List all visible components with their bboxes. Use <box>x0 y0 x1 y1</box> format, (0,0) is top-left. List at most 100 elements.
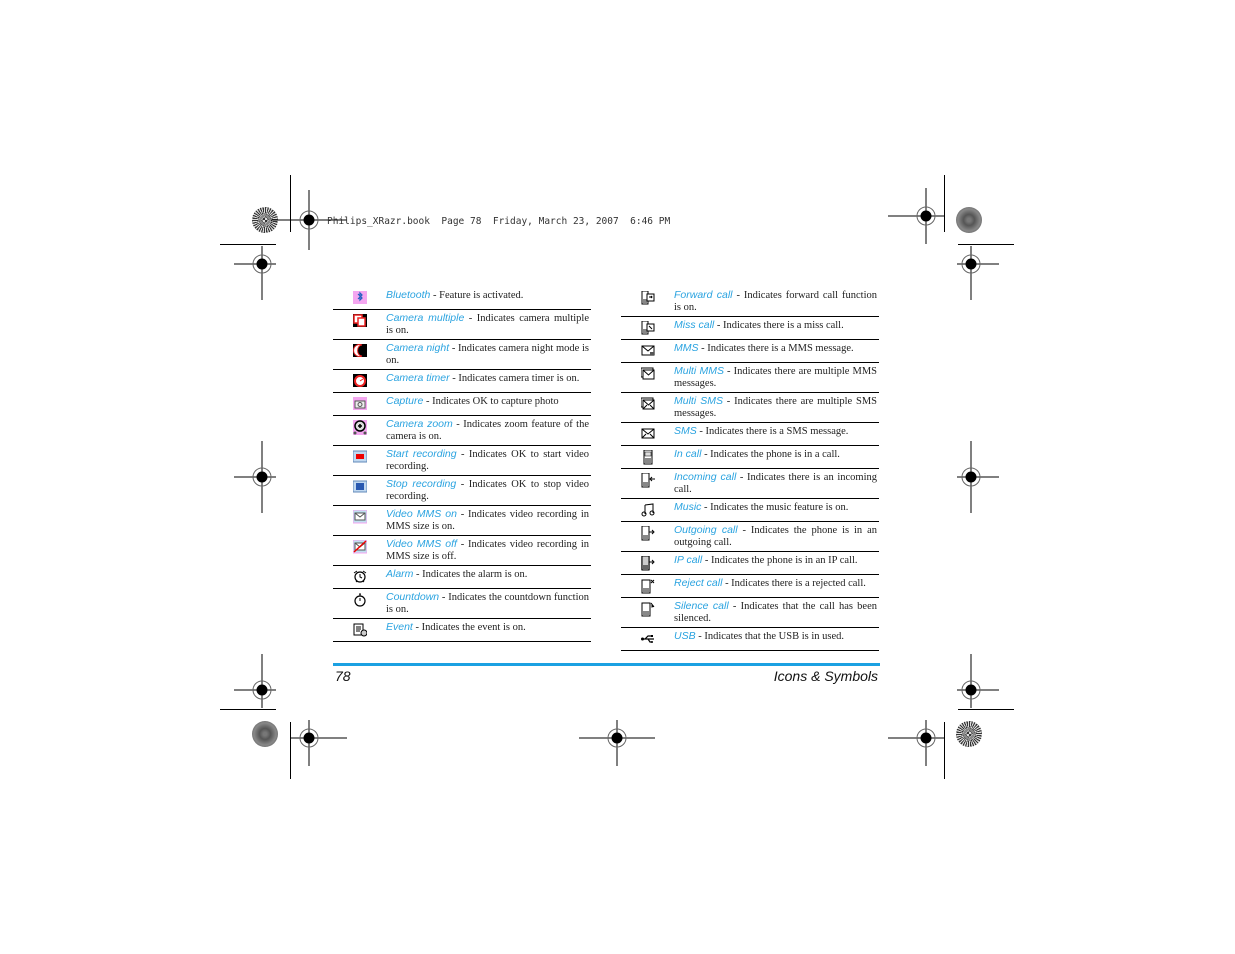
reject-call-icon <box>641 579 654 594</box>
music-icon <box>641 503 654 517</box>
icon-term: Camera zoom <box>386 418 453 430</box>
miss-call-icon <box>641 321 654 335</box>
icon-term: IP call <box>674 554 703 566</box>
icon-description: In call - Indicates the phone is in a ca… <box>674 448 879 465</box>
icon-description: Camera zoom - Indicates zoom feature of … <box>386 418 591 442</box>
registration-marks <box>234 188 999 766</box>
footer-rule <box>333 663 880 666</box>
icon-term: Camera night <box>386 342 450 354</box>
icon-table-row: SMS - Indicates there is a SMS message. <box>621 423 879 446</box>
icon-cell <box>333 479 386 502</box>
icon-table-row: Reject call - Indicates there is a rejec… <box>621 575 879 598</box>
icon-term-description: - Indicates the music feature is on. <box>701 502 849 513</box>
icon-term: Bluetooth <box>386 289 431 301</box>
icon-term-description: - Feature is activated. <box>430 290 524 301</box>
icon-cell <box>621 343 674 359</box>
icon-table-row: Forward call - Indicates forward call fu… <box>621 287 879 317</box>
icon-description: Reject call - Indicates there is a rejec… <box>674 577 879 594</box>
icon-cell <box>333 509 386 532</box>
icon-description: IP call - Indicates the phone is in an I… <box>674 554 879 571</box>
icon-table-row: Capture - Indicates OK to capture photo <box>333 393 591 416</box>
icon-term: Music <box>674 501 702 513</box>
icon-term-description: - Indicates that the USB is in used. <box>695 631 845 642</box>
icon-table-row: Stop recording - Indicates OK to stop vi… <box>333 476 591 506</box>
icon-term: USB <box>674 630 696 642</box>
icon-term: Silence call <box>674 600 729 612</box>
icon-table-row: Music - Indicates the music feature is o… <box>621 499 879 522</box>
video-mms-off-icon <box>352 540 367 554</box>
icon-table-row: Silence call - Indicates that the call h… <box>621 598 879 628</box>
icon-description: Video MMS off - Indicates video recordin… <box>386 538 591 562</box>
icon-term: Camera timer <box>386 372 450 384</box>
icon-description: Camera timer - Indicates camera timer is… <box>386 372 591 389</box>
icon-term: Alarm <box>386 568 414 580</box>
icon-description: Outgoing call - Indicates the phone is i… <box>674 524 879 548</box>
icon-table-row: In call - Indicates the phone is in a ca… <box>621 446 879 469</box>
icon-description: Music - Indicates the music feature is o… <box>674 501 879 518</box>
icon-term: Multi MMS <box>674 365 725 377</box>
bluetooth-icon <box>352 291 367 304</box>
icon-cell <box>621 578 674 594</box>
icon-term: Stop recording <box>386 478 457 490</box>
icon-cell <box>621 449 674 465</box>
icon-term: Forward call <box>674 289 733 301</box>
icon-term: Multi SMS <box>674 395 724 407</box>
icon-term: Video MMS on <box>386 508 457 520</box>
icon-cell <box>333 396 386 412</box>
usb-icon <box>640 635 654 643</box>
icon-description: Video MMS on - Indicates video recording… <box>386 508 591 532</box>
multi-mms-icon <box>640 367 654 380</box>
incoming-call-icon <box>641 473 655 488</box>
icon-cell <box>621 396 674 419</box>
icon-description: Alarm - Indicates the alarm is on. <box>386 568 591 585</box>
icon-cell <box>621 555 674 571</box>
icon-description: Miss call - Indicates there is a miss ca… <box>674 319 879 336</box>
section-title: Icons & Symbols <box>773 668 878 684</box>
icon-cell <box>621 601 674 624</box>
icon-table-row: Camera multiple - Indicates camera multi… <box>333 310 591 340</box>
camera-night-icon <box>352 344 367 357</box>
icon-cell <box>621 631 674 647</box>
icon-table-row: Incoming call - Indicates there is an in… <box>621 469 879 499</box>
icon-term-description: - Indicates the phone is in a call. <box>701 449 840 460</box>
icon-table-row: Video MMS off - Indicates video recordin… <box>333 536 591 566</box>
icon-description: Camera night - Indicates camera night mo… <box>386 342 591 366</box>
icon-description: Start recording - Indicates OK to start … <box>386 448 591 472</box>
icon-description: Multi SMS - Indicates there are multiple… <box>674 395 879 419</box>
stop-recording-icon <box>352 480 367 493</box>
icon-term-description: - Indicates the phone is in an IP call. <box>702 555 858 566</box>
icon-table-row: Miss call - Indicates there is a miss ca… <box>621 317 879 340</box>
page-number: 78 <box>335 668 351 684</box>
icon-table-row: Countdown - Indicates the countdown func… <box>333 589 591 619</box>
icon-term: Miss call <box>674 319 715 331</box>
icon-table-row: USB - Indicates that the USB is in used. <box>621 628 879 651</box>
icon-description: Camera multiple - Indicates camera multi… <box>386 312 591 336</box>
camera-timer-icon <box>352 374 367 387</box>
icon-table-row: Camera timer - Indicates camera timer is… <box>333 370 591 393</box>
outgoing-call-icon <box>641 526 655 541</box>
silence-call-icon <box>641 602 654 617</box>
video-mms-on-icon <box>352 510 367 524</box>
multi-sms-icon <box>640 397 654 410</box>
icon-term-description: - Indicates the event is on. <box>412 622 526 633</box>
icon-term: Capture <box>386 395 424 407</box>
icon-cell <box>333 343 386 366</box>
capture-icon <box>352 397 367 410</box>
icon-description: Countdown - Indicates the countdown func… <box>386 591 591 615</box>
icon-table-row: Video MMS on - Indicates video recording… <box>333 506 591 536</box>
icon-table-row: Camera zoom - Indicates zoom feature of … <box>333 416 591 446</box>
icon-cell <box>621 426 674 442</box>
icon-cell <box>621 290 674 313</box>
icon-table-row: Camera night - Indicates camera night mo… <box>333 340 591 370</box>
icon-cell <box>333 539 386 562</box>
camera-multiple-icon <box>352 314 367 327</box>
icon-cell <box>621 320 674 336</box>
icon-description: Event - Indicates the event is on. <box>386 621 591 638</box>
icon-table-row: IP call - Indicates the phone is in an I… <box>621 552 879 575</box>
icon-term: Reject call <box>674 577 723 589</box>
in-call-icon <box>643 450 652 465</box>
icon-description: Multi MMS - Indicates there are multiple… <box>674 365 879 389</box>
camera-zoom-icon <box>352 420 367 435</box>
icon-term: In call <box>674 448 702 460</box>
icon-description: MMS - Indicates there is a MMS message. <box>674 342 879 359</box>
